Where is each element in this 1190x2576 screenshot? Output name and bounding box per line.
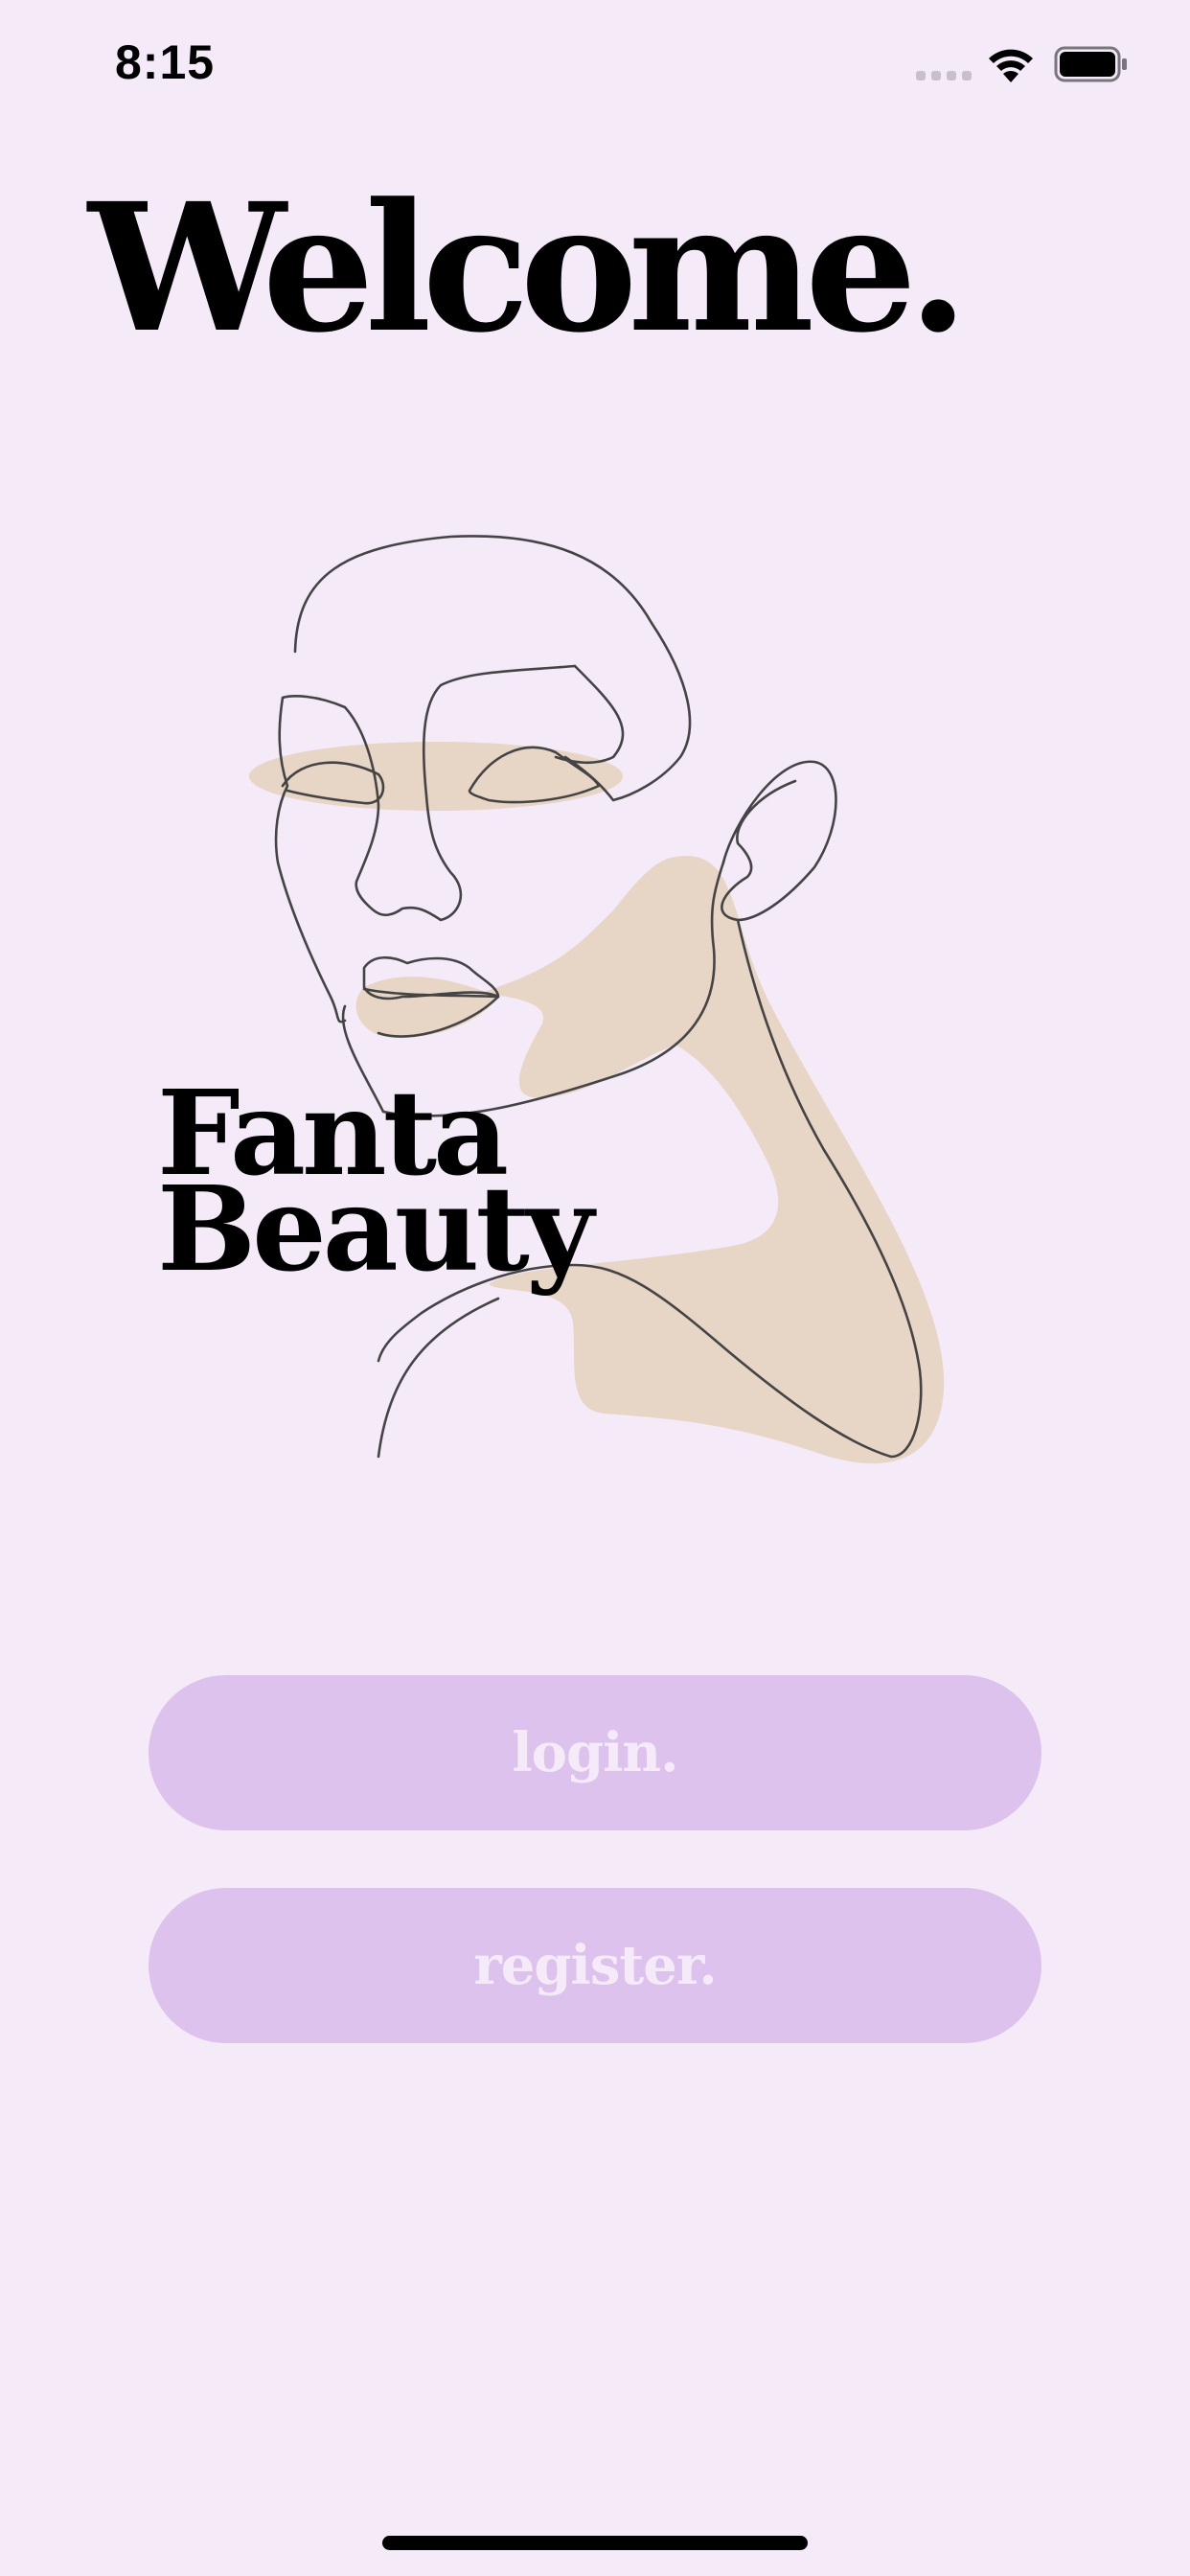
page-title: Welcome.: [88, 165, 969, 372]
login-button[interactable]: login.: [149, 1675, 1041, 1830]
register-button[interactable]: register.: [149, 1888, 1041, 2043]
brand-name-line-2: Beauty: [157, 1160, 594, 1298]
status-time: 8:15: [115, 35, 216, 89]
cellular-signal-icon: [916, 71, 972, 80]
status-bar: 8:15: [0, 0, 1190, 134]
wifi-icon: [989, 49, 1033, 82]
brand-name: Fanta Beauty: [157, 1074, 594, 1298]
battery-icon: [1054, 46, 1127, 82]
line-art-face-icon: [249, 535, 945, 1464]
home-indicator[interactable]: [382, 2536, 808, 2550]
